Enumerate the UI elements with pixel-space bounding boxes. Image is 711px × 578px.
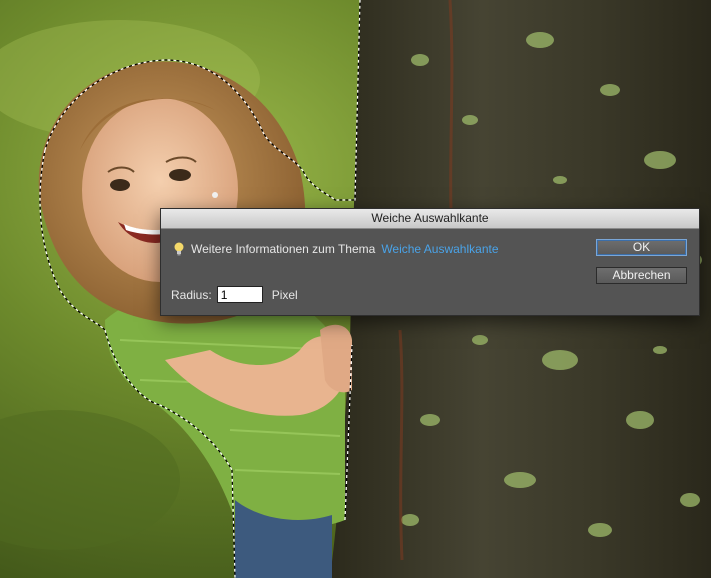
radius-label: Radius: (171, 287, 212, 302)
radius-unit-label: Pixel (271, 287, 298, 302)
info-text: Weitere Informationen zum Thema (191, 242, 376, 256)
cancel-button[interactable]: Abbrechen (596, 267, 687, 284)
radius-input[interactable] (216, 286, 263, 303)
lightbulb-icon (174, 242, 184, 256)
help-link[interactable]: Weiche Auswahlkante (381, 242, 498, 256)
info-row: Weitere Informationen zum Thema Weiche A… (173, 242, 499, 256)
ok-button[interactable]: OK (596, 239, 687, 256)
dialog-title[interactable]: Weiche Auswahlkante (161, 209, 699, 229)
feather-selection-dialog: Weiche Auswahlkante Weitere Informatione… (160, 208, 700, 316)
radius-row: Radius: Pixel (171, 286, 298, 303)
